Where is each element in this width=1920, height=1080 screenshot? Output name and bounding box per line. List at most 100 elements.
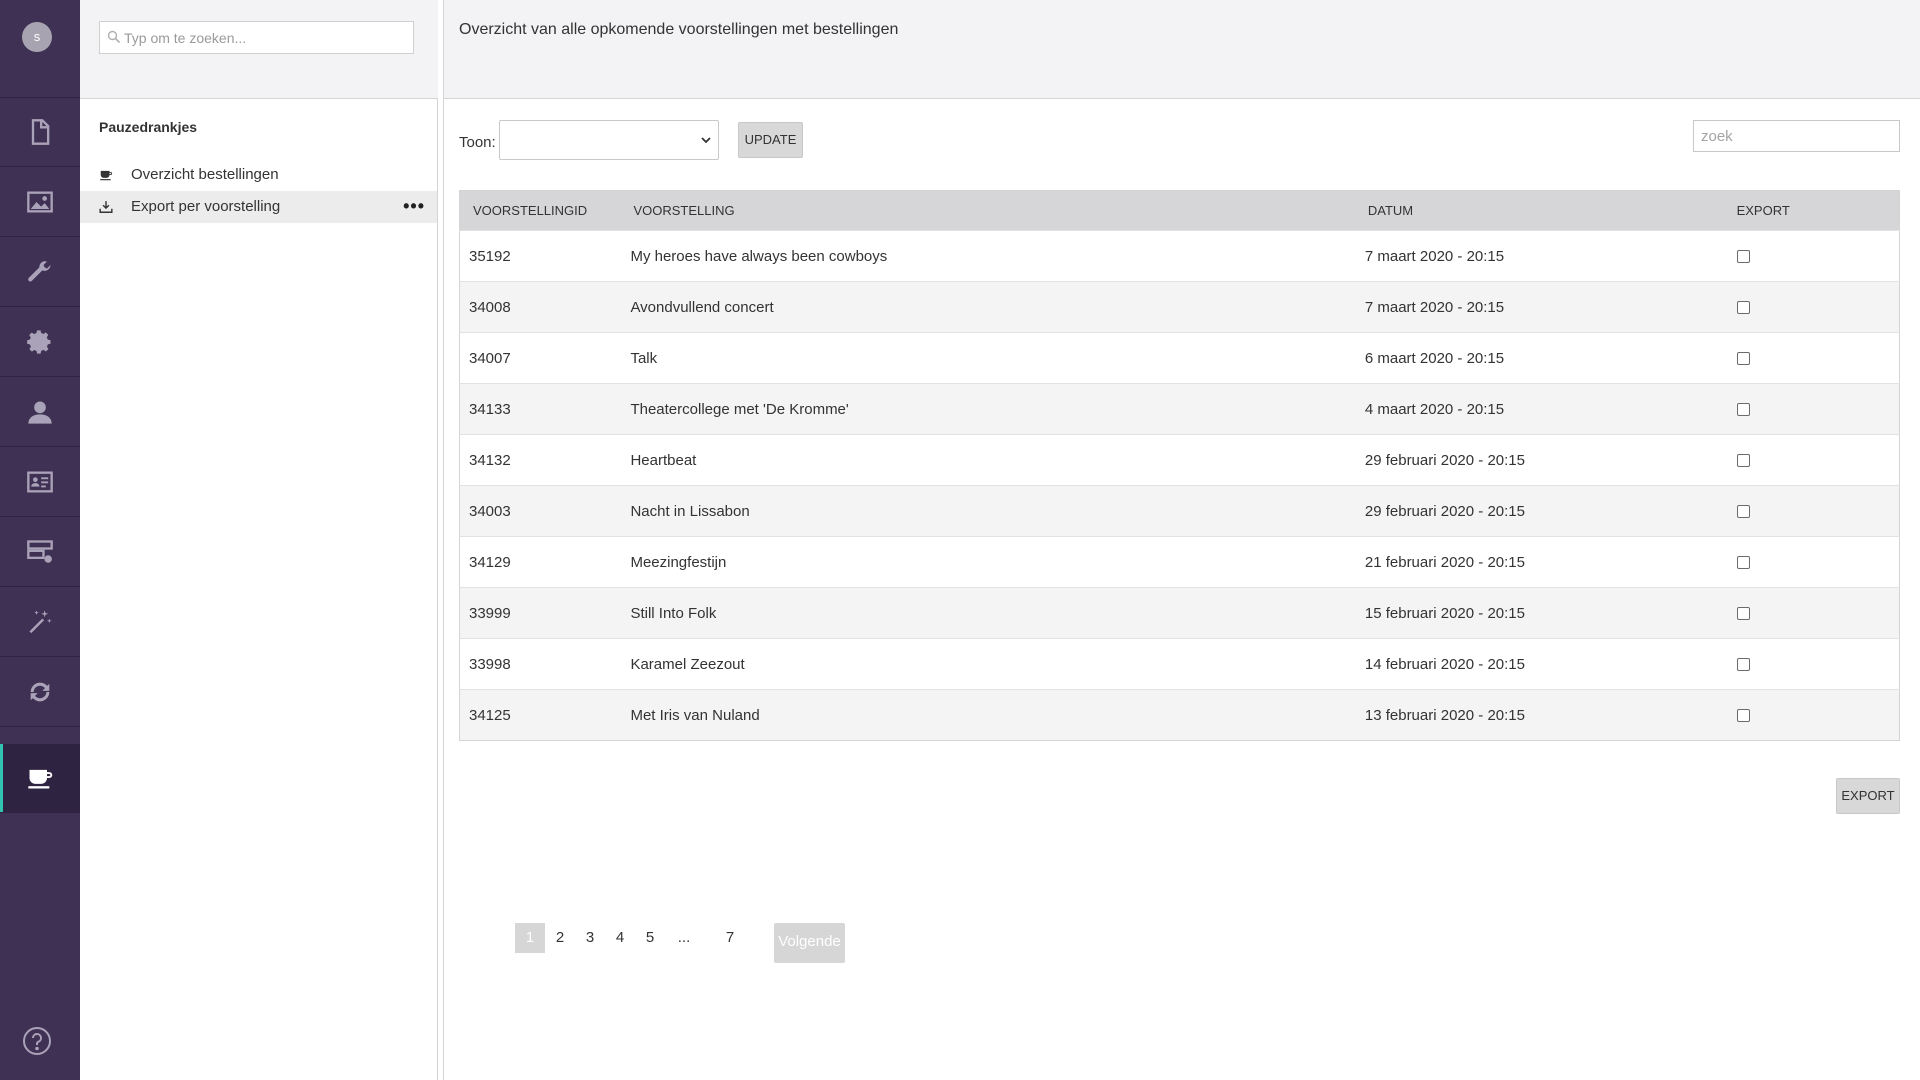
tree-search-input[interactable] (124, 22, 409, 53)
main-navigation-rail: s (0, 0, 80, 1080)
main-content: Overzicht van alle opkomende voorstellin… (443, 0, 1920, 1080)
page-link-2[interactable]: 2 (545, 923, 575, 953)
cell-export (1703, 383, 1900, 435)
tree-item-export-per-voorstelling[interactable]: Export per voorstelling ••• (80, 191, 437, 223)
cell-export (1703, 689, 1900, 741)
help-icon (23, 1027, 51, 1055)
cell-export (1703, 485, 1900, 537)
column-header-export[interactable]: EXPORT (1703, 190, 1900, 231)
chevron-down-icon (701, 137, 711, 144)
help-button[interactable] (22, 1026, 52, 1056)
page-link-7[interactable]: 7 (715, 923, 745, 953)
column-header-voorstellingid[interactable]: VOORSTELLINGID (459, 190, 622, 231)
page-link-4[interactable]: 4 (605, 923, 635, 953)
nav-forms[interactable] (0, 588, 80, 657)
document-icon (31, 119, 50, 145)
more-actions-button[interactable]: ••• (403, 197, 425, 215)
cell-datum: 14 februari 2020 - 20:15 (1355, 638, 1704, 690)
magic-wand-icon (29, 610, 52, 634)
tree-item-label: Export per voorstelling (131, 198, 281, 215)
tree-item-label: Overzicht bestellingen (131, 166, 279, 183)
cell-voorstelling: Karamel Zeezout (621, 638, 1356, 690)
nav-media[interactable] (0, 168, 80, 237)
tree-item-overzicht-bestellingen[interactable]: Overzicht bestellingen (80, 159, 437, 191)
cell-id: 34129 (459, 536, 622, 588)
cell-datum: 29 februari 2020 - 20:15 (1355, 434, 1704, 486)
page-link-3[interactable]: 3 (575, 923, 605, 953)
cell-id: 33998 (459, 638, 622, 690)
id-card-icon (27, 471, 53, 493)
toon-select[interactable] (499, 120, 719, 160)
nav-content[interactable] (0, 98, 80, 167)
download-icon (99, 201, 113, 213)
cell-datum: 15 februari 2020 - 20:15 (1355, 587, 1704, 639)
cell-voorstelling: Meezingfestijn (621, 536, 1356, 588)
table-row: 33998 Karamel Zeezout 14 februari 2020 -… (459, 638, 1900, 690)
nav-users[interactable] (0, 378, 80, 447)
nav-configuration[interactable] (0, 308, 80, 377)
nav-sync[interactable] (0, 658, 80, 727)
server-settings-icon (27, 540, 53, 563)
section-tree: Pauzedrankjes Overzicht bestellingen Exp… (80, 0, 438, 1080)
image-icon (27, 191, 53, 213)
table-row: 34007 Talk 6 maart 2020 - 20:15 (459, 332, 1900, 384)
export-checkbox[interactable] (1736, 657, 1750, 671)
page-link-5[interactable]: 5 (635, 923, 665, 953)
nav-pauzedrankjes[interactable] (0, 744, 80, 813)
next-page-button[interactable]: Volgende (774, 923, 845, 963)
export-button[interactable]: EXPORT (1836, 778, 1900, 814)
search-icon (107, 30, 121, 44)
cell-datum: 6 maart 2020 - 20:15 (1355, 332, 1704, 384)
export-checkbox[interactable] (1736, 300, 1750, 314)
cell-datum: 7 maart 2020 - 20:15 (1355, 230, 1704, 282)
user-avatar[interactable]: s (22, 22, 52, 52)
update-button[interactable]: UPDATE (738, 122, 803, 158)
cell-voorstelling: My heroes have always been cowboys (621, 230, 1356, 282)
cell-datum: 29 februari 2020 - 20:15 (1355, 485, 1704, 537)
nav-settings-tools[interactable] (0, 238, 80, 307)
sync-icon (30, 682, 50, 702)
coffee-cup-icon (100, 170, 113, 181)
export-checkbox[interactable] (1736, 504, 1750, 518)
cell-datum: 7 maart 2020 - 20:15 (1355, 281, 1704, 333)
export-checkbox[interactable] (1736, 351, 1750, 365)
cell-datum: 4 maart 2020 - 20:15 (1355, 383, 1704, 435)
table-header-row: VOORSTELLINGID VOORSTELLING DATUM EXPORT (459, 190, 1900, 231)
cell-export (1703, 230, 1900, 282)
cell-id: 34008 (459, 281, 622, 333)
cell-datum: 13 februari 2020 - 20:15 (1355, 689, 1704, 741)
tree-search-field[interactable] (99, 21, 414, 54)
gear-icon (27, 330, 51, 354)
cell-voorstelling: Nacht in Lissabon (621, 485, 1356, 537)
table-search-field[interactable] (1693, 120, 1900, 152)
page-link-1[interactable]: 1 (515, 923, 545, 953)
column-header-datum[interactable]: DATUM (1355, 190, 1704, 231)
table-row: 35192 My heroes have always been cowboys… (459, 230, 1900, 282)
export-checkbox[interactable] (1736, 606, 1750, 620)
cell-export (1703, 434, 1900, 486)
table-row: 34129 Meezingfestijn 21 februari 2020 - … (459, 536, 1900, 588)
main-header: Overzicht van alle opkomende voorstellin… (444, 0, 1920, 99)
cell-voorstelling: Heartbeat (621, 434, 1356, 486)
column-header-voorstelling[interactable]: VOORSTELLING (621, 190, 1356, 231)
export-checkbox[interactable] (1736, 555, 1750, 569)
export-checkbox[interactable] (1736, 249, 1750, 263)
table-row: 34003 Nacht in Lissabon 29 februari 2020… (459, 485, 1900, 537)
table-search-input[interactable] (1694, 121, 1899, 151)
export-checkbox[interactable] (1736, 402, 1750, 416)
cell-export (1703, 332, 1900, 384)
export-checkbox[interactable] (1736, 708, 1750, 722)
cell-export (1703, 638, 1900, 690)
cell-id: 34125 (459, 689, 622, 741)
table-row: 34132 Heartbeat 29 februari 2020 - 20:15 (459, 434, 1900, 486)
nav-members[interactable] (0, 448, 80, 517)
cell-id: 33999 (459, 587, 622, 639)
table-row: 33999 Still Into Folk 15 februari 2020 -… (459, 587, 1900, 639)
voorstellingen-table: VOORSTELLINGID VOORSTELLING DATUM EXPORT… (459, 190, 1900, 741)
export-checkbox[interactable] (1736, 453, 1750, 467)
cell-id: 34132 (459, 434, 622, 486)
nav-data-settings[interactable] (0, 518, 80, 587)
cell-export (1703, 587, 1900, 639)
cell-id: 34003 (459, 485, 622, 537)
cell-id: 34007 (459, 332, 622, 384)
